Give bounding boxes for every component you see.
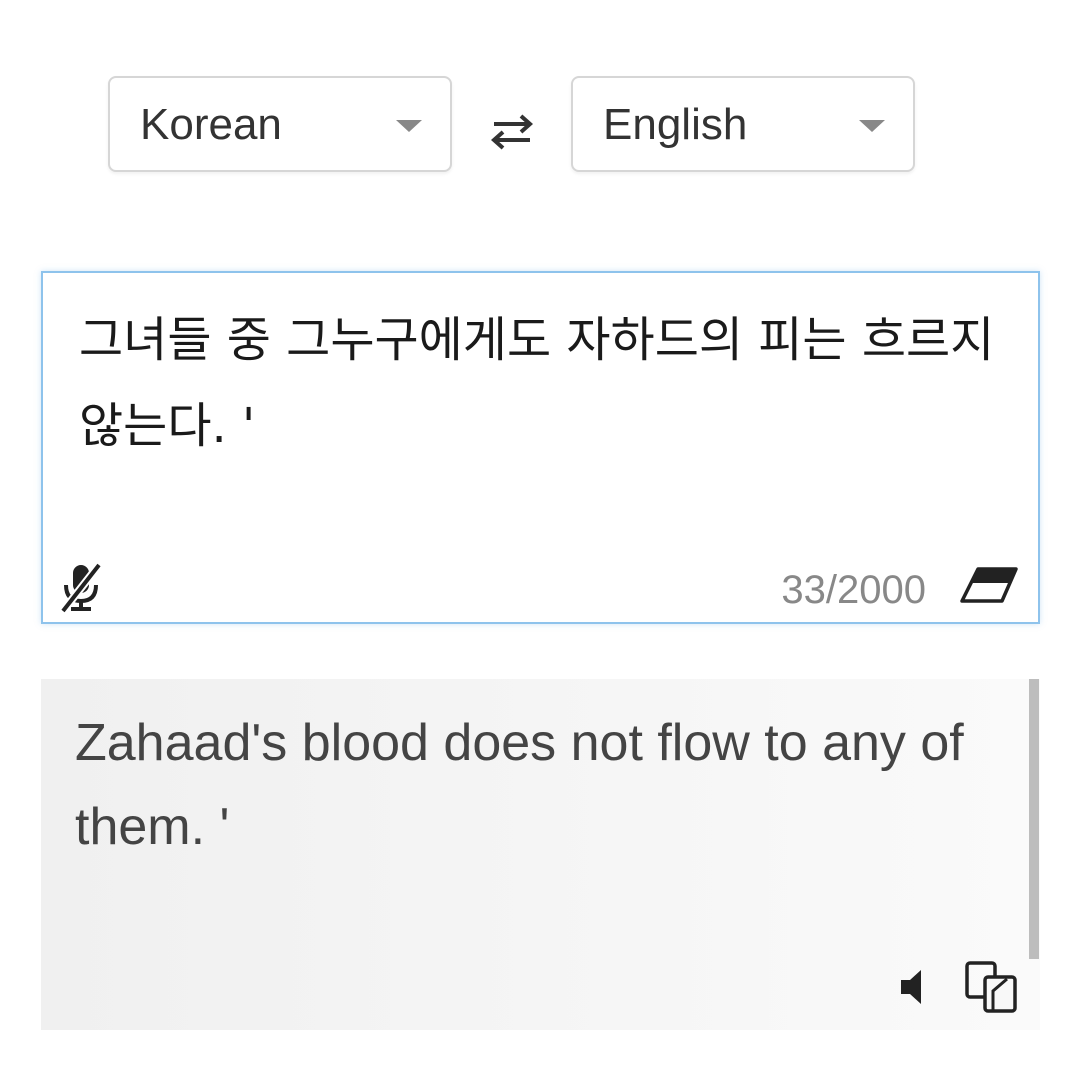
mic-off-icon[interactable] [59,561,103,613]
translated-text: Zahaad's blood does not flow to any of t… [75,714,964,856]
swap-arrows-icon[interactable] [488,112,536,152]
chevron-down-icon [859,120,885,132]
speaker-icon[interactable] [897,967,933,1007]
chevron-down-icon [396,120,422,132]
source-language-label: Korean [140,100,282,149]
source-text[interactable]: 그녀들 중 그누구에게도 자하드의 피는 흐르지 않는다. ' [79,297,1019,469]
result-scrollbar[interactable] [1029,679,1039,959]
translation-result-panel: Zahaad's blood does not flow to any of t… [41,679,1040,1030]
source-language-select[interactable]: Korean [108,76,452,172]
eraser-icon[interactable] [958,565,1020,605]
source-text-area[interactable]: 그녀들 중 그누구에게도 자하드의 피는 흐르지 않는다. ' 33/2000 [41,271,1040,624]
target-language-select[interactable]: English [571,76,915,172]
character-count: 33/2000 [781,568,926,612]
target-language-label: English [603,100,748,149]
copy-icon[interactable] [961,959,1019,1015]
